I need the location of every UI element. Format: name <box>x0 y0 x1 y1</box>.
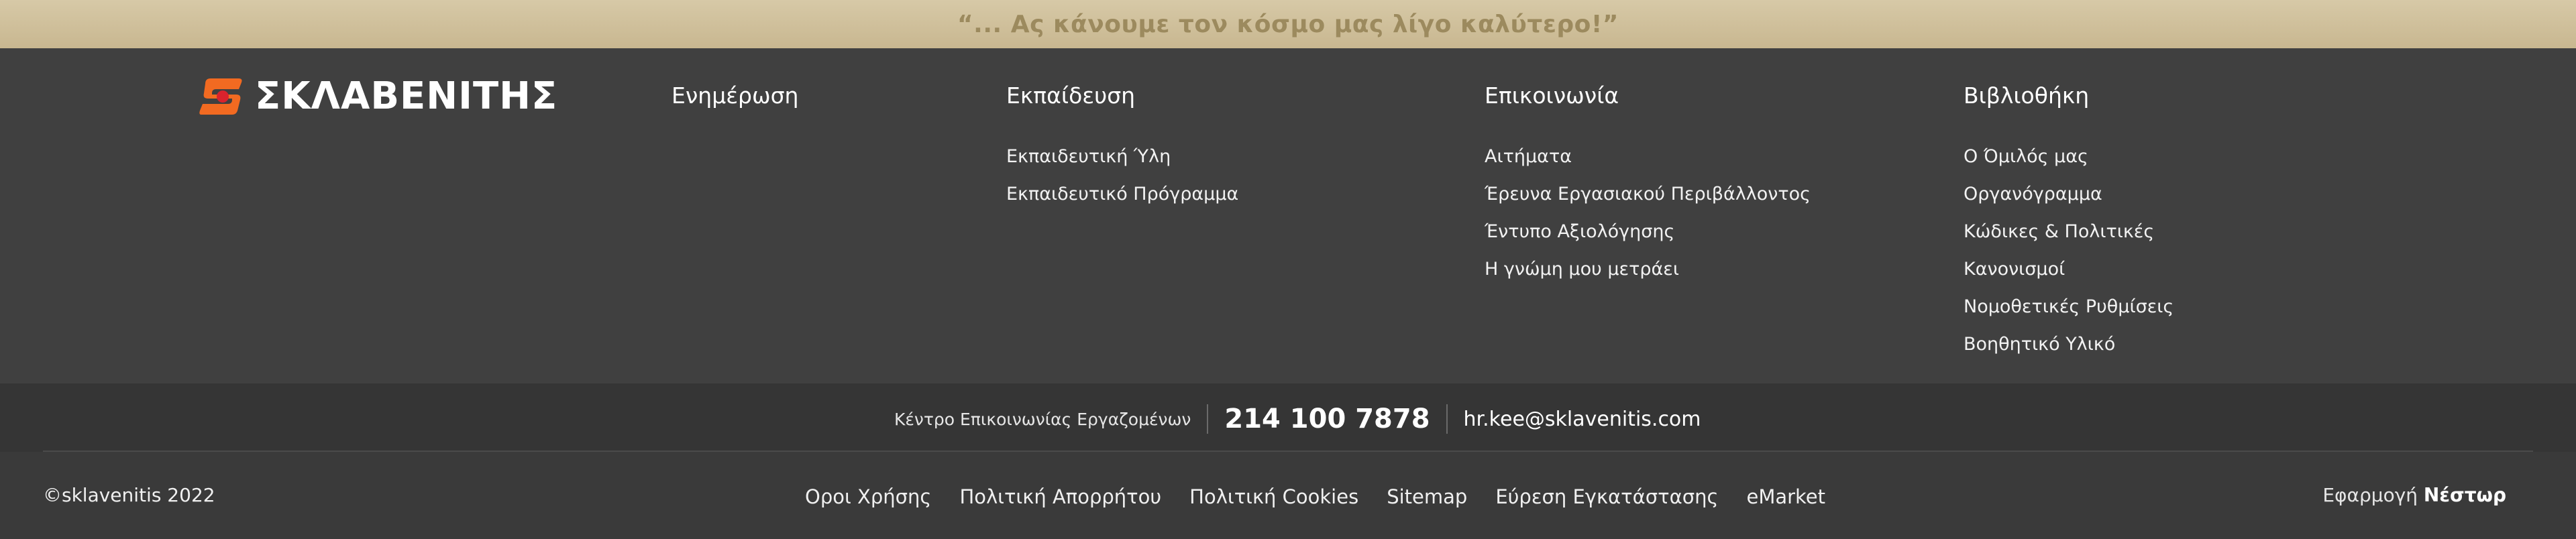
column-title[interactable]: Επικοινωνία <box>1485 80 1811 111</box>
divider <box>1207 404 1209 434</box>
app-name: Νέστωρ <box>2423 484 2506 506</box>
legal-link-sitemap[interactable]: Sitemap <box>1387 485 1467 508</box>
slogan-banner: “... Ας κάνουμε τον κόσμο μας λίγο καλύτ… <box>0 0 2576 48</box>
footer-link[interactable]: Βοηθητικό Υλικό <box>1964 326 2174 363</box>
email-link[interactable]: hr.kee@sklavenitis.com <box>1464 408 1701 431</box>
contact-info: Κέντρο Επικοινωνίας Εργαζομένων 214 100 … <box>894 402 1701 436</box>
phone-number-link[interactable]: 214 100 7878 <box>1224 404 1430 434</box>
footer-link[interactable]: Κανονισμοί <box>1964 251 2174 288</box>
footer-link[interactable]: Εκπαιδευτικό Πρόγραμμα <box>1006 176 1238 213</box>
contact-bar: Κέντρο Επικοινωνίας Εργαζομένων 214 100 … <box>0 383 2576 452</box>
column-vivliothiki: Βιβλιοθήκη Ο Όμιλός μας Οργανόγραμμα Κώδ… <box>1964 80 2174 363</box>
legal-link-store-finder[interactable]: Εύρεση Εγκατάστασης <box>1495 485 1718 508</box>
slogan-text: “... Ας κάνουμε τον κόσμο μας λίγο καλύτ… <box>957 10 1619 38</box>
footer-link[interactable]: Αιτήματα <box>1485 138 1811 176</box>
app-prefix: Εφαρμογή <box>2322 484 2418 506</box>
column-links: Εκπαιδευτική Ύλη Εκπαιδευτικό Πρόγραμμα <box>1006 138 1238 213</box>
column-links: Αιτήματα Έρευνα Εργασιακού Περιβάλλοντος… <box>1485 138 1811 288</box>
footer-link[interactable]: Κώδικες & Πολιτικές <box>1964 213 2174 251</box>
contact-center-label: Κέντρο Επικοινωνίας Εργαζομένων <box>894 409 1191 429</box>
divider <box>1446 404 1448 434</box>
legal-links: Οροι Χρήσης Πολιτική Απορρήτου Πολιτική … <box>805 485 1854 508</box>
legal-link-terms[interactable]: Οροι Χρήσης <box>805 485 931 508</box>
app-credit: Εφαρμογή Νέστωρ <box>2322 484 2506 506</box>
column-ekpaideusi: Εκπαίδευση Εκπαιδευτική Ύλη Εκπαιδευτικό… <box>1006 80 1238 213</box>
footer-link[interactable]: Η γνώμη μου μετράει <box>1485 251 1811 288</box>
column-enimerosi: Ενημέρωση <box>672 80 798 111</box>
column-title[interactable]: Βιβλιοθήκη <box>1964 80 2174 111</box>
logo-wordmark: ΣΚΛΑΒΕΝΙΤΗΣ <box>255 74 558 118</box>
column-epikoinonia: Επικοινωνία Αιτήματα Έρευνα Εργασιακού Π… <box>1485 80 1811 288</box>
footer-link[interactable]: Οργανόγραμμα <box>1964 176 2174 213</box>
legal-link-privacy[interactable]: Πολιτική Απορρήτου <box>959 485 1161 508</box>
footer-link[interactable]: Έντυπο Αξιολόγησης <box>1485 213 1811 251</box>
logo-mark-icon <box>199 78 242 115</box>
column-links: Ο Όμιλός μας Οργανόγραμμα Κώδικες & Πολι… <box>1964 138 2174 363</box>
sklavenitis-logo[interactable]: ΣΚΛΑΒΕΝΙΤΗΣ <box>199 73 557 120</box>
column-title[interactable]: Ενημέρωση <box>672 80 798 111</box>
footer-bottom: ©sklavenitis 2022 Οροι Χρήσης Πολιτική Α… <box>0 452 2576 539</box>
footer-link[interactable]: Έρευνα Εργασιακού Περιβάλλοντος <box>1485 176 1811 213</box>
footer-link[interactable]: Νομοθετικές Ρυθμίσεις <box>1964 288 2174 326</box>
column-title[interactable]: Εκπαίδευση <box>1006 80 1238 111</box>
footer-link[interactable]: Εκπαιδευτική Ύλη <box>1006 138 1238 176</box>
footer-link[interactable]: Ο Όμιλός μας <box>1964 138 2174 176</box>
legal-link-cookies[interactable]: Πολιτική Cookies <box>1189 485 1358 508</box>
copyright-text: ©sklavenitis 2022 <box>43 484 215 506</box>
legal-link-emarket[interactable]: eMarket <box>1746 485 1825 508</box>
footer-main: ΣΚΛΑΒΕΝΙΤΗΣ Ενημέρωση Εκπαίδευση Εκπαιδε… <box>0 48 2576 383</box>
